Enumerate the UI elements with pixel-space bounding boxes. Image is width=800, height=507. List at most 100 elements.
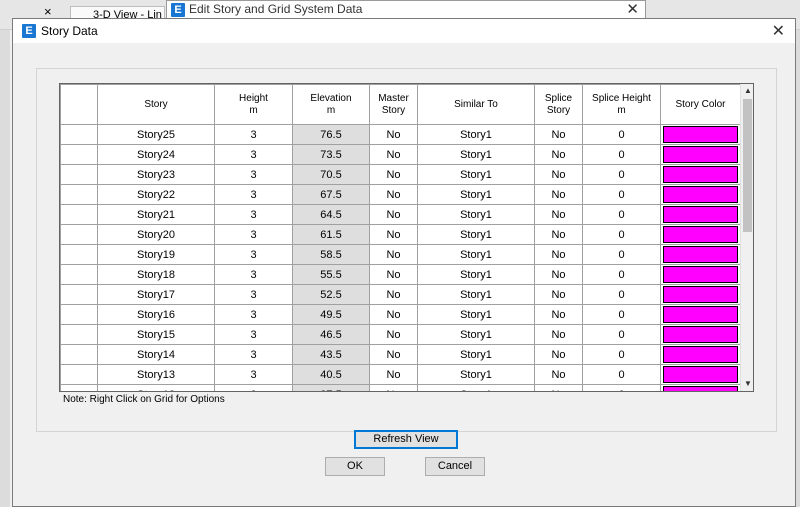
scroll-thumb[interactable] bbox=[743, 99, 752, 232]
row-header-cell[interactable] bbox=[60, 224, 98, 245]
table-row[interactable]: Story15 3 46.5 No Story1 No 0 bbox=[60, 324, 741, 345]
story-cell[interactable]: Story23 bbox=[97, 164, 215, 185]
story-color-cell[interactable] bbox=[660, 164, 741, 185]
splice-height-cell[interactable]: 0 bbox=[582, 204, 661, 225]
story-color-cell[interactable] bbox=[660, 304, 741, 325]
story-data-grid[interactable]: Story Height m Elevation m Master Story Similar… bbox=[59, 83, 754, 392]
similar-to-cell[interactable]: Story1 bbox=[417, 344, 535, 365]
similar-to-cell[interactable]: Story1 bbox=[417, 124, 535, 145]
table-row[interactable]: Story18 3 55.5 No Story1 No 0 bbox=[60, 264, 741, 285]
story-color-cell[interactable] bbox=[660, 224, 741, 245]
splice-height-cell[interactable]: 0 bbox=[582, 284, 661, 305]
master-story-cell[interactable]: No bbox=[369, 244, 418, 265]
elevation-cell[interactable]: 70.5 bbox=[292, 164, 370, 185]
story-color-cell[interactable] bbox=[660, 204, 741, 225]
elevation-cell[interactable]: 40.5 bbox=[292, 364, 370, 385]
story-color-cell[interactable] bbox=[660, 324, 741, 345]
story-color-cell[interactable] bbox=[660, 364, 741, 385]
row-header-cell[interactable] bbox=[60, 324, 98, 345]
elevation-cell[interactable]: 46.5 bbox=[292, 324, 370, 345]
story-color-cell[interactable] bbox=[660, 184, 741, 205]
splice-story-cell[interactable]: No bbox=[534, 304, 583, 325]
height-cell[interactable]: 3 bbox=[214, 244, 293, 265]
splice-story-cell[interactable]: No bbox=[534, 384, 583, 391]
row-header-cell[interactable] bbox=[60, 144, 98, 165]
column-header[interactable]: Elevation m bbox=[292, 84, 370, 125]
column-header[interactable]: Splice Story bbox=[534, 84, 583, 125]
height-cell[interactable]: 3 bbox=[214, 164, 293, 185]
window-close-icon[interactable]: ✕ bbox=[626, 0, 639, 18]
elevation-cell[interactable]: 55.5 bbox=[292, 264, 370, 285]
column-header[interactable]: Splice Height m bbox=[582, 84, 661, 125]
splice-height-cell[interactable]: 0 bbox=[582, 184, 661, 205]
similar-to-cell[interactable]: Story1 bbox=[417, 364, 535, 385]
elevation-cell[interactable]: 73.5 bbox=[292, 144, 370, 165]
row-header-cell[interactable] bbox=[60, 244, 98, 265]
background-close-icon[interactable]: × bbox=[44, 4, 52, 19]
splice-height-cell[interactable]: 0 bbox=[582, 344, 661, 365]
master-story-cell[interactable]: No bbox=[369, 304, 418, 325]
similar-to-cell[interactable]: Story1 bbox=[417, 304, 535, 325]
table-row[interactable]: Story22 3 67.5 No Story1 No 0 bbox=[60, 184, 741, 205]
story-color-cell[interactable] bbox=[660, 244, 741, 265]
splice-story-cell[interactable]: No bbox=[534, 284, 583, 305]
column-header[interactable]: Story bbox=[97, 84, 215, 125]
splice-story-cell[interactable]: No bbox=[534, 344, 583, 365]
master-story-cell[interactable]: No bbox=[369, 364, 418, 385]
splice-story-cell[interactable]: No bbox=[534, 264, 583, 285]
row-header-cell[interactable] bbox=[60, 204, 98, 225]
splice-story-cell[interactable]: No bbox=[534, 224, 583, 245]
story-cell[interactable]: Story24 bbox=[97, 144, 215, 165]
row-header-cell[interactable] bbox=[60, 124, 98, 145]
story-cell[interactable]: Story14 bbox=[97, 344, 215, 365]
height-cell[interactable]: 3 bbox=[214, 324, 293, 345]
similar-to-cell[interactable]: Story1 bbox=[417, 164, 535, 185]
splice-height-cell[interactable]: 0 bbox=[582, 164, 661, 185]
story-cell[interactable]: Story16 bbox=[97, 304, 215, 325]
row-header-cell[interactable] bbox=[60, 364, 98, 385]
splice-height-cell[interactable]: 0 bbox=[582, 224, 661, 245]
elevation-cell[interactable]: 37.5 bbox=[292, 384, 370, 391]
similar-to-cell[interactable]: Story1 bbox=[417, 144, 535, 165]
row-header-cell[interactable] bbox=[60, 184, 98, 205]
refresh-view-button[interactable]: Refresh View bbox=[354, 430, 458, 449]
story-color-cell[interactable] bbox=[660, 144, 741, 165]
table-row[interactable]: Story24 3 73.5 No Story1 No 0 bbox=[60, 144, 741, 165]
table-row[interactable]: Story23 3 70.5 No Story1 No 0 bbox=[60, 164, 741, 185]
story-cell[interactable]: Story18 bbox=[97, 264, 215, 285]
table-row[interactable]: Story12337.5NoStory1No0 bbox=[60, 384, 741, 391]
splice-height-cell[interactable]: 0 bbox=[582, 364, 661, 385]
elevation-cell[interactable]: 67.5 bbox=[292, 184, 370, 205]
height-cell[interactable]: 3 bbox=[214, 264, 293, 285]
row-header-cell[interactable] bbox=[60, 264, 98, 285]
elevation-cell[interactable]: 58.5 bbox=[292, 244, 370, 265]
story-cell[interactable]: Story15 bbox=[97, 324, 215, 345]
table-row[interactable]: Story17 3 52.5 No Story1 No 0 bbox=[60, 284, 741, 305]
elevation-cell[interactable]: 49.5 bbox=[292, 304, 370, 325]
row-header-cell[interactable] bbox=[60, 164, 98, 185]
splice-height-cell[interactable]: 0 bbox=[582, 324, 661, 345]
height-cell[interactable]: 3 bbox=[214, 344, 293, 365]
splice-height-cell[interactable]: 0 bbox=[582, 124, 661, 145]
master-story-cell[interactable]: No bbox=[369, 124, 418, 145]
row-header-cell[interactable] bbox=[60, 344, 98, 365]
story-color-cell[interactable] bbox=[660, 264, 741, 285]
similar-to-cell[interactable]: Story1 bbox=[417, 224, 535, 245]
master-story-cell[interactable]: No bbox=[369, 284, 418, 305]
master-story-cell[interactable]: No bbox=[369, 224, 418, 245]
height-cell[interactable]: 3 bbox=[214, 184, 293, 205]
story-color-cell[interactable] bbox=[660, 344, 741, 365]
cancel-button[interactable]: Cancel bbox=[425, 457, 485, 476]
master-story-cell[interactable]: No bbox=[369, 264, 418, 285]
splice-height-cell[interactable]: 0 bbox=[582, 384, 661, 391]
table-row[interactable]: Story21 3 64.5 No Story1 No 0 bbox=[60, 204, 741, 225]
story-cell[interactable]: Story22 bbox=[97, 184, 215, 205]
row-header-cell[interactable] bbox=[60, 284, 98, 305]
column-header[interactable] bbox=[60, 84, 98, 125]
story-color-cell[interactable] bbox=[660, 284, 741, 305]
story-color-cell[interactable] bbox=[660, 124, 741, 145]
elevation-cell[interactable]: 64.5 bbox=[292, 204, 370, 225]
splice-story-cell[interactable]: No bbox=[534, 164, 583, 185]
similar-to-cell[interactable]: Story1 bbox=[417, 284, 535, 305]
similar-to-cell[interactable]: Story1 bbox=[417, 204, 535, 225]
